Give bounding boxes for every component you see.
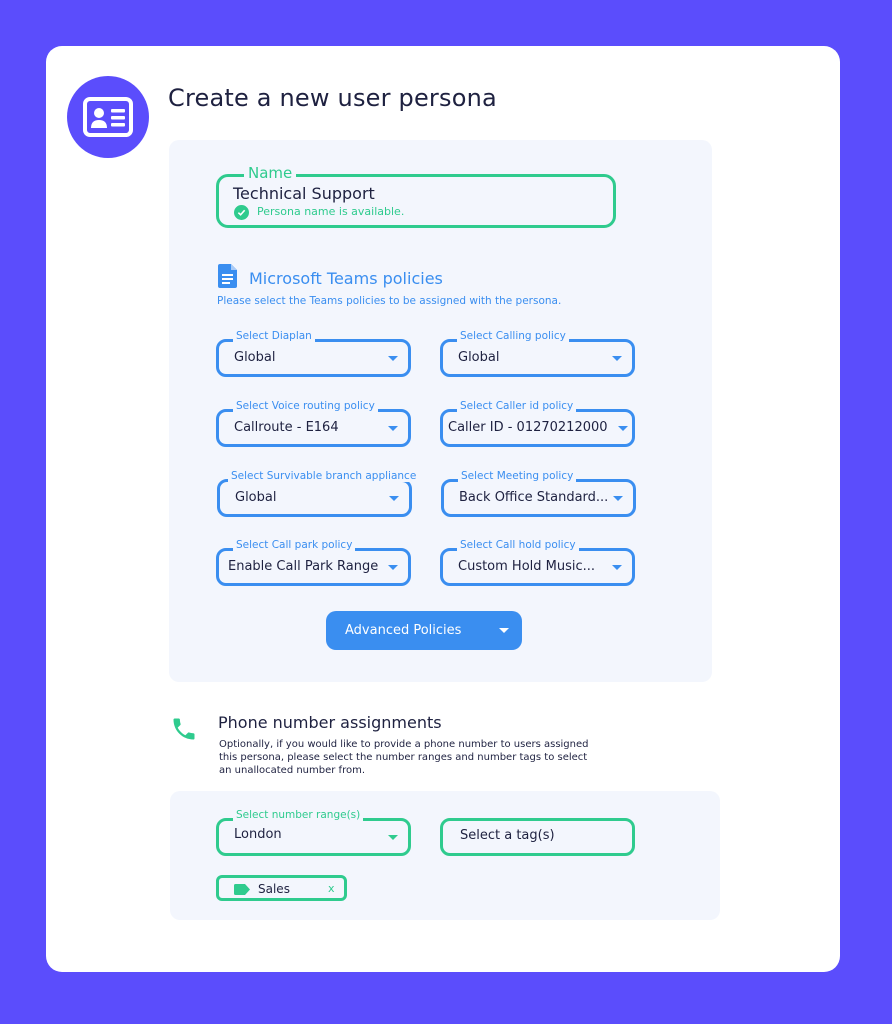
select-label: Select Survivable branch appliance: [228, 470, 420, 482]
voice-routing-policy-select[interactable]: Select Voice routing policy Callroute - …: [216, 400, 411, 447]
phone-assignments-description: Optionally, if you would like to provide…: [219, 739, 589, 776]
select-value: Caller ID - 01270212000: [448, 420, 608, 435]
chevron-down-icon: [499, 628, 509, 633]
persona-avatar: [67, 76, 149, 158]
chevron-down-icon: [612, 565, 622, 570]
tag-chip-sales: Sales x: [216, 875, 347, 901]
survivable-branch-select[interactable]: Select Survivable branch appliance Globa…: [217, 470, 420, 517]
advanced-policies-button[interactable]: Advanced Policies: [326, 611, 522, 650]
select-label: Select Diaplan: [233, 330, 315, 342]
select-label: Select number range(s): [233, 809, 364, 821]
select-value: Global: [235, 490, 277, 505]
chevron-down-icon: [612, 356, 622, 361]
name-field-label: Name: [244, 164, 297, 182]
call-hold-policy-select[interactable]: Select Call hold policy Custom Hold Musi…: [440, 539, 635, 586]
document-icon: [218, 264, 237, 288]
select-label: Select Call park policy: [233, 539, 356, 551]
chevron-down-icon: [388, 426, 398, 431]
check-circle-icon: [234, 205, 249, 220]
number-range-select[interactable]: Select number range(s) London: [216, 809, 411, 856]
advanced-policies-label: Advanced Policies: [345, 623, 462, 638]
select-label: Select Meeting policy: [458, 470, 577, 482]
name-availability-status: Persona name is available.: [257, 205, 405, 218]
tag-select[interactable]: Select a tag(s): [440, 818, 635, 856]
phone-icon: [173, 718, 195, 740]
call-park-policy-select[interactable]: Select Call park policy Enable Call Park…: [216, 539, 411, 586]
close-icon[interactable]: x: [328, 882, 335, 895]
tag-label: Sales: [258, 882, 290, 896]
select-value: Callroute - E164: [234, 420, 339, 435]
chevron-down-icon: [388, 356, 398, 361]
meeting-policy-select[interactable]: Select Meeting policy Back Office Standa…: [441, 470, 636, 517]
dialplan-select[interactable]: Select Diaplan Global: [216, 330, 411, 377]
select-label: Select Call hold policy: [457, 539, 579, 551]
chevron-down-icon: [389, 496, 399, 501]
select-value: Global: [234, 350, 276, 365]
select-value: Global: [458, 350, 500, 365]
page-title: Create a new user persona: [168, 84, 497, 112]
select-value: Back Office Standard...: [459, 490, 609, 505]
select-label: Select Calling policy: [457, 330, 569, 342]
select-label: Select Voice routing policy: [233, 400, 378, 412]
chevron-down-icon: [388, 835, 398, 840]
tag-icon: [234, 884, 250, 895]
select-value: Custom Hold Music...: [458, 559, 596, 574]
id-card-icon: [83, 97, 133, 137]
calling-policy-select[interactable]: Select Calling policy Global: [440, 330, 635, 377]
select-placeholder: Select a tag(s): [460, 828, 555, 843]
teams-policies-subtitle: Please select the Teams policies to be a…: [217, 295, 562, 307]
chevron-down-icon: [388, 565, 398, 570]
teams-policies-title: Microsoft Teams policies: [249, 269, 443, 288]
persona-name-value[interactable]: Technical Support: [233, 184, 375, 203]
select-value: Enable Call Park Range: [228, 559, 379, 574]
select-value: London: [234, 827, 282, 842]
chevron-down-icon: [618, 426, 628, 431]
chevron-down-icon: [613, 496, 623, 501]
select-label: Select Caller id policy: [457, 400, 577, 412]
caller-id-policy-select[interactable]: Select Caller id policy Caller ID - 0127…: [440, 400, 635, 447]
phone-assignments-title: Phone number assignments: [218, 713, 442, 732]
